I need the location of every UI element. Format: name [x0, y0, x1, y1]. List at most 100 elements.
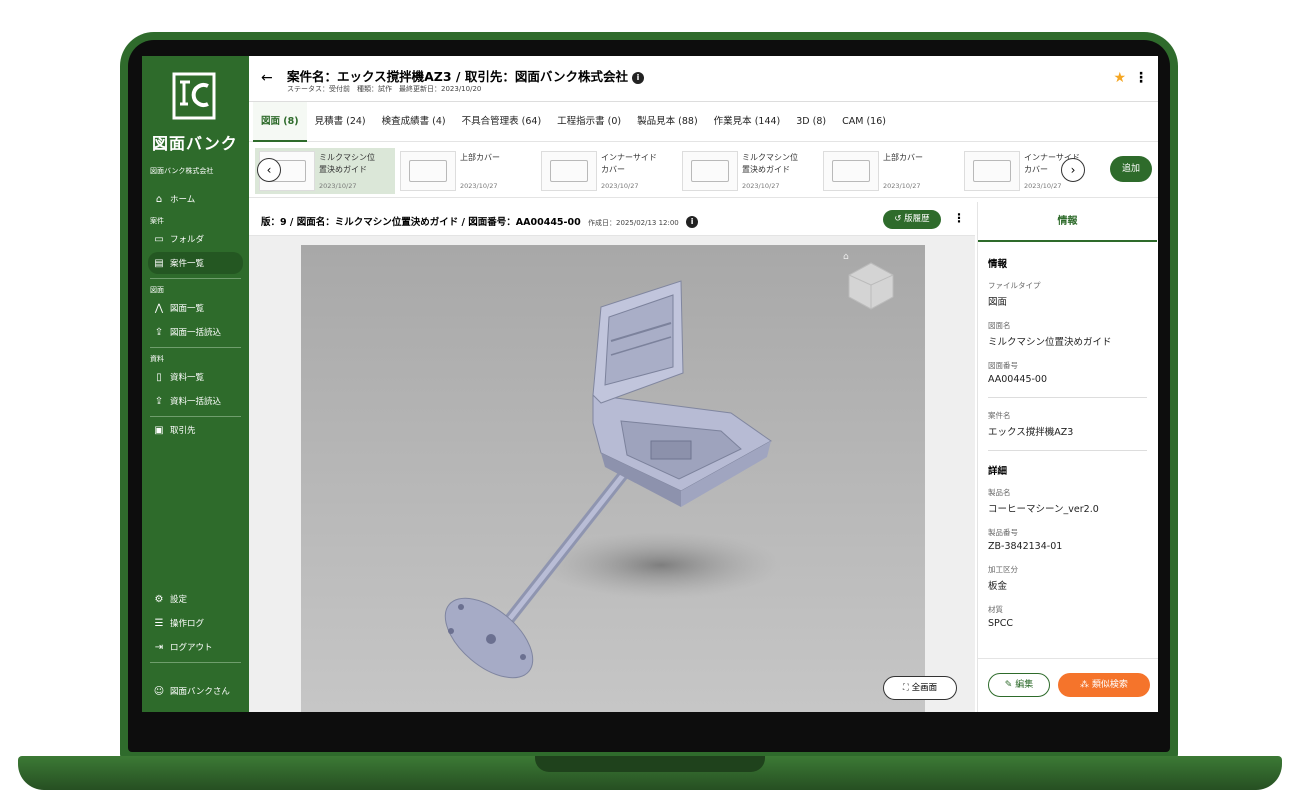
tab-defect[interactable]: 不具合管理表 (64) — [454, 102, 550, 142]
similar-label: 類似検索 — [1091, 680, 1128, 690]
field-value-product-name: コーヒーマシーン_ver2.0 — [988, 504, 1099, 515]
thumbnail-card[interactable]: 上部カバー 2023/10/27 — [819, 148, 959, 194]
panel-actions: ✎ 編集 ⁂ 類似検索 — [978, 658, 1158, 712]
sidebar-item-folder[interactable]: ▭ フォルダ — [148, 228, 243, 250]
sidebar-item-log[interactable]: ☰ 操作ログ — [148, 612, 243, 634]
more-menu-icon[interactable]: ⋮ — [1134, 70, 1148, 86]
thumbnail-title: 置決めガイド — [319, 165, 367, 174]
company-name: 図面バンク株式会社 — [150, 167, 214, 175]
logout-icon: ⇥ — [154, 641, 164, 653]
log-icon: ☰ — [154, 617, 164, 629]
thumbnail-date: 2023/10/27 — [319, 182, 357, 190]
section-title-detail: 詳細 — [988, 466, 1008, 477]
thumbnail-date: 2023/10/27 — [460, 182, 498, 190]
info-panel: 情報 情報 ファイルタイプ 図面 図面名 ミルクマシン位置決めガイド 図面番号 … — [977, 202, 1158, 712]
divider — [988, 450, 1147, 451]
tab-product-sample[interactable]: 製品見本 (88) — [629, 102, 706, 142]
tab-estimate[interactable]: 見積書 (24) — [307, 102, 374, 142]
avatar-icon: ☺ — [153, 685, 165, 697]
upload-icon: ⇪ — [154, 395, 164, 407]
info-panel-body: 情報 ファイルタイプ 図面 図面名 ミルクマシン位置決めガイド 図面番号 AA0… — [978, 242, 1157, 649]
info-icon[interactable]: i — [631, 72, 644, 84]
thumbnail-text: インナーサイド カバー 2023/10/27 — [601, 148, 657, 194]
sidebar-item-clients[interactable]: ▣ 取引先 — [148, 419, 243, 441]
viewer-menu-icon[interactable]: ⋮ — [953, 211, 965, 225]
edit-label: 編集 — [1015, 680, 1034, 690]
sidebar-item-label: 設定 — [170, 595, 188, 605]
nav-section-drawing: 図面 — [150, 286, 164, 294]
sidebar-item-label: ログアウト — [170, 643, 213, 653]
field-value-case-name: エックス撹拌機AZ3 — [988, 427, 1074, 438]
thumbnail-title: インナーサイド — [601, 153, 657, 162]
field-label-drawing-no: 図面番号 — [988, 361, 1018, 370]
tab-work-sample[interactable]: 作業見本 (144) — [706, 102, 789, 142]
tab-3d[interactable]: 3D (8) — [788, 102, 834, 142]
tab-inspection[interactable]: 検査成績書 (4) — [374, 102, 454, 142]
user-name: 図面バンクさん — [170, 687, 230, 697]
category-tabs: 図面 (8) 見積書 (24) 検査成績書 (4) 不具合管理表 (64) 工程… — [249, 101, 1158, 142]
chevron-left-icon[interactable]: ‹ — [257, 158, 281, 182]
similar-search-button[interactable]: ⁂ 類似検索 — [1058, 673, 1150, 697]
sidebar-item-logout[interactable]: ⇥ ログアウト — [148, 636, 243, 658]
page-title: 案件名：エックス撹拌機AZ3 / 取引先：図面バンク株式会社 i — [287, 66, 644, 85]
thumbnail-image — [964, 151, 1020, 191]
thumbnail-card[interactable]: 上部カバー 2023/10/27 — [396, 148, 536, 194]
sidebar-item-label: フォルダ — [170, 235, 205, 245]
home-view-icon[interactable]: ⌂ — [843, 252, 849, 262]
sidebar-item-label: 図面一覧 — [170, 304, 205, 314]
divider — [150, 416, 241, 417]
thumbnail-title: カバー — [601, 165, 625, 174]
sidebar-nav: ⌂ ホーム 案件 ▭ フォルダ ▤ 案件一覧 図面 ⋀ 図面一覧 ⇪ 図面一括読… — [142, 186, 249, 443]
thumbnail-image — [823, 151, 879, 191]
main-content: ← 案件名：エックス撹拌機AZ3 / 取引先：図面バンク株式会社 i ステータス：… — [249, 56, 1158, 712]
tab-cam[interactable]: CAM (16) — [834, 102, 894, 142]
field-value-drawing-name: ミルクマシン位置決めガイド — [988, 337, 1112, 348]
history-icon: ↺ — [894, 214, 905, 224]
page-subtitle: ステータス：受付前 種類：試作 最終更新日：2023/10/20 — [287, 85, 482, 93]
thumbnail-card[interactable]: インナーサイド カバー 2023/10/27 — [537, 148, 677, 194]
upload-icon: ⇪ — [154, 326, 164, 338]
sidebar-item-label: 資料一覧 — [170, 373, 205, 383]
sidebar: 図面バンク 図面バンク株式会社 ⌂ ホーム 案件 ▭ フォルダ ▤ 案件一覧 図… — [142, 56, 249, 712]
document-icon: ▯ — [156, 371, 162, 383]
fullscreen-label: 全画面 — [911, 683, 938, 693]
field-label-file-type: ファイルタイプ — [988, 281, 1041, 290]
field-value-process: 板金 — [988, 581, 1008, 592]
tab-drawing[interactable]: 図面 (8) — [253, 101, 307, 142]
field-value-file-type: 図面 — [988, 297, 1008, 308]
sidebar-item-docs-list[interactable]: ▯ 資料一覧 — [148, 366, 243, 388]
logo-icon — [170, 68, 222, 124]
thumbnail-strip: ミルクマシン位 置決めガイド 2023/10/27 上部カバー 2023/10/… — [249, 142, 1158, 198]
thumbnail-date: 2023/10/27 — [601, 182, 639, 190]
3d-viewer-canvas[interactable]: ⌂ — [301, 245, 925, 712]
tab-process[interactable]: 工程指示書 (0) — [549, 102, 629, 142]
sidebar-item-user[interactable]: ☺ 図面バンクさん — [148, 680, 243, 702]
back-arrow-icon[interactable]: ← — [261, 70, 273, 86]
sidebar-item-label: 図面一括読込 — [170, 328, 222, 338]
fullscreen-button[interactable]: ⛶ 全画面 — [883, 676, 957, 700]
sidebar-item-drawing-list[interactable]: ⋀ 図面一覧 — [148, 297, 243, 319]
sidebar-item-docs-bulk[interactable]: ⇪ 資料一括読込 — [148, 390, 243, 412]
sidebar-item-case-list[interactable]: ▤ 案件一覧 — [148, 252, 243, 274]
sidebar-item-settings[interactable]: ⚙ 設定 — [148, 588, 243, 610]
sidebar-item-home[interactable]: ⌂ ホーム — [148, 188, 243, 210]
viewer-header: 版：9 / 図面名：ミルクマシン位置決めガイド / 図面番号：AA00445-0… — [249, 202, 975, 236]
version-history-button[interactable]: ↺ 版履歴 — [883, 210, 941, 229]
app-screen: 図面バンク 図面バンク株式会社 ⌂ ホーム 案件 ▭ フォルダ ▤ 案件一覧 図… — [142, 56, 1158, 712]
gear-icon: ⚙ — [154, 593, 164, 605]
sidebar-item-drawing-bulk[interactable]: ⇪ 図面一括読込 — [148, 321, 243, 343]
history-label: 版履歴 — [904, 214, 930, 224]
laptop-notch — [535, 756, 765, 772]
thumbnail-image — [682, 151, 738, 191]
thumbnail-title — [883, 164, 923, 176]
chevron-right-icon[interactable]: › — [1061, 158, 1085, 182]
tab-info[interactable]: 情報 — [978, 202, 1157, 242]
edit-button[interactable]: ✎ 編集 — [988, 673, 1050, 697]
nav-section-docs: 資料 — [150, 355, 164, 363]
thumbnail-card[interactable]: ミルクマシン位 置決めガイド 2023/10/27 — [678, 148, 818, 194]
viewer-created-date: 作成日：2025/02/13 12:00 — [588, 219, 679, 227]
divider — [150, 662, 241, 663]
info-icon[interactable]: i — [686, 216, 699, 228]
star-icon[interactable]: ★ — [1113, 70, 1126, 86]
add-button[interactable]: 追加 — [1110, 156, 1152, 182]
